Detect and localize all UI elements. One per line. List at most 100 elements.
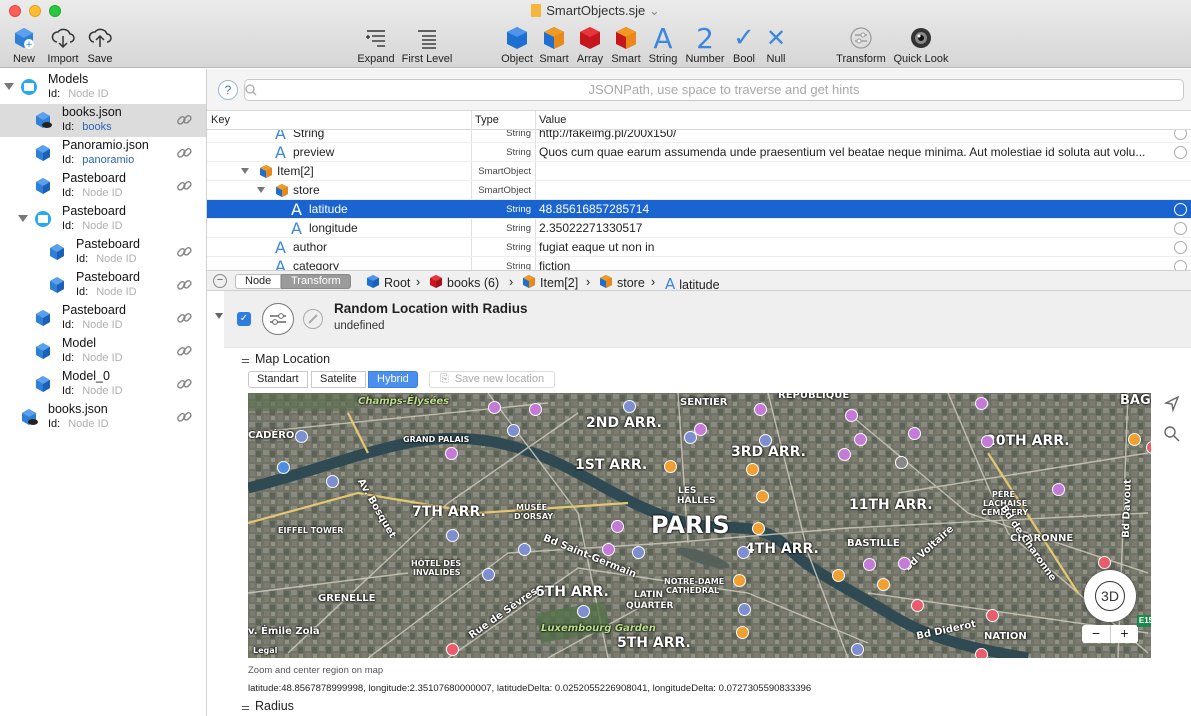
map-poi-icon[interactable] [326,475,339,488]
map-poi-icon[interactable] [738,603,751,616]
sidebar-item[interactable]: Pasteboard Id: Node ID [0,269,206,302]
map-poi-icon[interactable] [736,626,749,639]
table-row[interactable]: Aauthor String fugiat eaque ut non in [207,238,1191,257]
table-row[interactable]: Acategory String fiction [207,257,1191,270]
map-poi-icon[interactable] [845,409,858,422]
link-icon[interactable] [176,178,192,194]
disclosure-triangle-icon[interactable] [257,187,265,193]
import-button[interactable]: Import [45,24,81,65]
sidebar-item[interactable]: Model Id: Node ID [0,335,206,368]
map-poi-icon[interactable] [611,520,624,533]
id-value[interactable]: Node ID [82,187,122,199]
map-poi-icon[interactable] [975,648,988,658]
map-poi-icon[interactable] [877,578,890,591]
map-poi-icon[interactable] [277,461,290,474]
breadcrumb-item[interactable]: Root [367,275,410,290]
help-button[interactable]: ? [218,80,238,100]
sidebar-item[interactable]: Pasteboard Id: Node ID [0,302,206,335]
compass-3d-button[interactable]: 3D [1084,570,1136,622]
link-icon[interactable] [176,277,192,293]
map-poi-icon[interactable] [908,427,921,440]
map-poi-icon[interactable] [445,447,458,460]
map-poi-icon[interactable] [851,643,864,656]
first-level-button[interactable]: First Level [400,24,454,65]
map-poi-icon[interactable] [1128,433,1141,446]
link-icon[interactable] [176,376,192,392]
map-poi-icon[interactable] [754,403,767,416]
map-poi-icon[interactable] [752,522,765,535]
map-poi-icon[interactable] [911,599,924,612]
smart-array-button[interactable]: Smart [609,24,643,65]
new-button[interactable]: + New [10,24,38,65]
map-poi-icon[interactable] [446,643,459,656]
disclosure-triangle-icon[interactable] [241,168,249,174]
id-value[interactable]: Node ID [96,253,136,265]
map-poi-icon[interactable] [986,609,999,622]
locate-me-icon[interactable] [1163,395,1181,413]
map-search-icon[interactable] [1163,425,1181,443]
sidebar-item[interactable]: Model_0 Id: Node ID [0,368,206,401]
sidebar-item[interactable]: Pasteboard Id: Node ID [0,170,206,203]
link-icon[interactable] [176,112,192,128]
edit-value-icon[interactable] [1174,130,1187,140]
row-value[interactable]: http://fakeimg.pl/200x150/ [539,130,1169,140]
table-row[interactable]: Item[2] SmartObject [207,162,1191,181]
map-poi-icon[interactable] [981,435,994,448]
key-column-header[interactable]: Key [211,114,230,126]
zoom-in-button[interactable]: + [1110,625,1138,643]
id-value[interactable]: Node ID [82,319,122,331]
map-poi-icon[interactable] [863,558,876,571]
map-poi-icon[interactable] [446,529,459,542]
transform-segment[interactable]: Transform [281,274,351,289]
map-poi-icon[interactable] [529,403,542,416]
breadcrumb-item[interactable]: store [600,275,645,290]
disclosure-triangle-icon[interactable] [4,83,14,90]
map-poi-icon[interactable] [577,605,590,618]
id-value[interactable]: Node ID [82,220,122,232]
map-poi-icon[interactable] [756,490,769,503]
map-poi-icon[interactable] [482,568,495,581]
map-poi-icon[interactable] [975,397,988,410]
sidebar-item[interactable]: Panoramio.json Id: panoramio [0,137,206,170]
id-value[interactable]: Node ID [82,352,122,364]
table-row[interactable]: Alongitude String 2.35022271330517 [207,219,1191,238]
table-row[interactable]: Apreview String Quos cum quae earum assume… [207,143,1191,162]
id-value[interactable]: Node ID [96,286,136,298]
map-poi-icon[interactable] [746,463,759,476]
sidebar-item[interactable]: books.json Id: books [0,104,206,137]
expand-button[interactable]: Expand [357,24,395,65]
row-value[interactable]: fugiat eaque ut non in [539,240,1169,254]
map-mode-standart[interactable]: Standart [248,371,308,388]
disclosure-triangle-icon[interactable] [215,313,223,319]
map-poi-icon[interactable] [1098,556,1111,569]
save-new-location-button[interactable]: ⎘ Save new location [429,371,556,388]
map-poi-icon[interactable] [898,557,911,570]
save-button[interactable]: Save [85,24,115,65]
sidebar-item[interactable]: Pasteboard Id: Node ID [0,203,206,236]
title-chevron-icon[interactable]: ⌄ [649,3,660,18]
map-poi-icon[interactable] [602,543,615,556]
link-icon[interactable] [176,310,192,326]
number-button[interactable]: 2 Number [684,22,726,66]
collapse-panel-icon[interactable]: − [213,274,227,288]
id-value[interactable]: panoramio [82,154,134,166]
edit-value-icon[interactable] [1174,260,1187,270]
type-column-header[interactable]: Type [475,114,499,126]
edit-value-icon[interactable] [1174,146,1187,159]
map-mode-satelite[interactable]: Satelite [311,371,366,388]
map-poi-icon[interactable] [632,546,645,559]
table-row[interactable]: Alatitude String 48.85616857285714 [207,200,1191,219]
edit-pencil-icon[interactable] [303,309,323,329]
map-poi-icon[interactable] [694,423,707,436]
row-value[interactable]: fiction [539,259,1169,270]
node-segment[interactable]: Node [235,274,282,289]
link-icon[interactable] [176,409,192,425]
map-poi-icon[interactable] [733,574,746,587]
edit-value-icon[interactable] [1174,222,1187,235]
array-button[interactable]: Array [574,24,606,65]
edit-value-icon[interactable] [1174,203,1187,216]
row-value[interactable]: 48.85616857285714 [539,202,1169,216]
smart-object-button[interactable]: Smart [537,24,571,65]
link-icon[interactable] [176,244,192,260]
disclosure-triangle-icon[interactable] [18,215,28,222]
